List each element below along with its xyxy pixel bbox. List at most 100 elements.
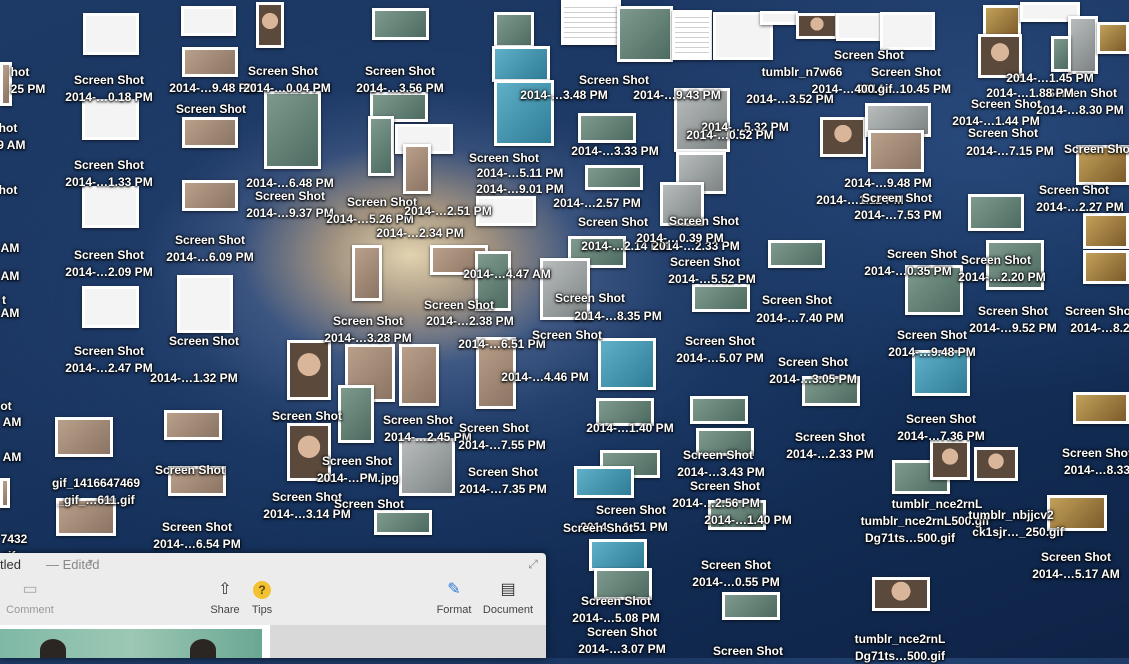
- document-canvas[interactable]: [0, 625, 546, 658]
- desktop-file-label[interactable]: 2014-…1.88 PM: [986, 85, 1073, 101]
- desktop-file-label[interactable]: Screen Shot: [961, 252, 1031, 268]
- desktop-file-label[interactable]: tumblr_n7w66: [762, 64, 843, 80]
- desktop-file-label[interactable]: Screen Shot: [670, 254, 740, 270]
- desktop-file-thumbnail[interactable]: [82, 99, 139, 140]
- desktop-file-label[interactable]: 2014-…0.52 PM: [686, 127, 773, 143]
- desktop-file-thumbnail[interactable]: [1083, 250, 1129, 284]
- desktop-file-label[interactable]: 2014-…2.33 PM: [786, 446, 873, 462]
- desktop-file-thumbnail[interactable]: [264, 91, 321, 169]
- desktop-file-thumbnail[interactable]: [256, 2, 284, 48]
- desktop-file-label[interactable]: Screen Shot: [1062, 445, 1129, 461]
- desktop-file-label[interactable]: Screen Shot: [683, 447, 753, 463]
- desktop-file-label[interactable]: hot: [0, 182, 17, 198]
- desktop-file-thumbnail[interactable]: [181, 6, 236, 36]
- desktop-file-thumbnail[interactable]: [403, 144, 431, 194]
- desktop-file-label[interactable]: 2014-…3.07 PM: [578, 641, 665, 657]
- desktop-file-label[interactable]: Screen Shot: [74, 72, 144, 88]
- desktop-file-label[interactable]: Screen Shot: [579, 72, 649, 88]
- desktop-file-label[interactable]: 2014-…5.52 PM: [668, 271, 755, 287]
- desktop-file-label[interactable]: 2014-…0.55 PM: [692, 574, 779, 590]
- desktop-file-label[interactable]: 2014-…3.05 PM: [769, 371, 856, 387]
- desktop-file-thumbnail[interactable]: [974, 447, 1018, 481]
- desktop-file-label[interactable]: Screen Shot: [795, 429, 865, 445]
- desktop-file-thumbnail[interactable]: [722, 592, 780, 620]
- desktop-file-label[interactable]: Screen Shot: [897, 327, 967, 343]
- desktop-file-label[interactable]: 2014-…5.17 AM: [1032, 566, 1120, 582]
- desktop-file-label[interactable]: _gif_…611.gif: [57, 492, 134, 508]
- desktop-file-label[interactable]: 2014-…4.46 PM: [501, 369, 588, 385]
- desktop-file-label[interactable]: 2014-…9.52 PM: [969, 320, 1056, 336]
- desktop-file-label[interactable]: Screen Shot: [169, 333, 239, 349]
- desktop-file-thumbnail[interactable]: [368, 116, 394, 176]
- desktop-file-label[interactable]: 2014-…1.33 PM: [65, 174, 152, 190]
- desktop-file-thumbnail[interactable]: [338, 385, 374, 443]
- desktop-file-label[interactable]: Screen Shot: [701, 557, 771, 573]
- desktop-file-label[interactable]: Screen Shot: [162, 519, 232, 535]
- desktop-file-thumbnail[interactable]: [768, 240, 825, 268]
- desktop-file-label[interactable]: Screen Shot: [1041, 549, 1111, 565]
- desktop-file-label[interactable]: 2014-…1.45 PM: [1006, 70, 1093, 86]
- desktop-file-label[interactable]: 2014-…1.40 PM: [586, 420, 673, 436]
- desktop-file-thumbnail[interactable]: [494, 12, 534, 48]
- desktop-file-label[interactable]: Screen Shot: [1039, 182, 1109, 198]
- desktop-file-label[interactable]: Screen Shot: [1064, 141, 1129, 157]
- desktop-file-thumbnail[interactable]: [0, 478, 10, 508]
- desktop-file-label[interactable]: Screen Shot: [272, 489, 342, 505]
- desktop-file-thumbnail[interactable]: [968, 194, 1024, 231]
- pages-document-window[interactable]: tled — Edited ▾ ⤢ ▭ Comment ⇧ Share ? Ti…: [0, 553, 546, 658]
- desktop-file-thumbnail[interactable]: [880, 12, 935, 50]
- desktop-file-thumbnail[interactable]: [83, 13, 139, 55]
- desktop-file-label[interactable]: Screen Shot: [468, 464, 538, 480]
- desktop-file-thumbnail[interactable]: [399, 438, 455, 496]
- desktop-file-label[interactable]: 2014-…0.04 PM: [243, 80, 330, 96]
- desktop-file-thumbnail[interactable]: [164, 410, 222, 440]
- desktop-file-label[interactable]: Screen Shot: [469, 150, 539, 166]
- desktop-file-label[interactable]: 2014-…2.20 PM: [958, 269, 1045, 285]
- desktop-file-label[interactable]: 2014-…1.32 PM: [150, 370, 237, 386]
- desktop-file-label[interactable]: Screen Shot: [383, 412, 453, 428]
- desktop-file-label[interactable]: Screen Shot: [596, 502, 666, 518]
- desktop-file-label[interactable]: Screen Shot: [322, 453, 392, 469]
- desktop-file-label[interactable]: t: [2, 292, 6, 308]
- desktop-file-label[interactable]: hot: [0, 120, 17, 136]
- desktop-file-label[interactable]: 2014-…2.34 PM: [376, 225, 463, 241]
- desktop-file-label[interactable]: Screen Shot: [532, 327, 602, 343]
- desktop-file-label[interactable]: Screen Shot: [555, 290, 625, 306]
- chevron-down-icon[interactable]: ▾: [88, 557, 93, 568]
- desktop-file-thumbnail[interactable]: [1051, 36, 1071, 72]
- desktop-file-label[interactable]: 2014-…2.27 PM: [1036, 199, 1123, 215]
- desktop-file-label[interactable]: 2014-…7.15 PM: [966, 143, 1053, 159]
- desktop-file-label[interactable]: 39 AM: [0, 137, 25, 153]
- desktop-file-label[interactable]: 2014-…8.30 PM: [1036, 102, 1123, 118]
- desktop-file-label[interactable]: Screen Shot: [459, 420, 529, 436]
- desktop-file-label[interactable]: Screen Shot: [685, 333, 755, 349]
- desktop-file-label[interactable]: gif_1416647469: [52, 475, 140, 491]
- desktop-file-thumbnail[interactable]: [760, 11, 798, 25]
- desktop-file-label[interactable]: 2014-…0.35 PM: [864, 263, 951, 279]
- desktop-file-label[interactable]: 2014-…7.35 PM: [459, 481, 546, 497]
- desktop-file-label[interactable]: 2014-…7.40 PM: [756, 310, 843, 326]
- format-button[interactable]: ✎ Format: [434, 579, 474, 616]
- desktop-file-thumbnail[interactable]: [182, 47, 238, 77]
- desktop-file-label[interactable]: tumblr_nbjjcv2: [968, 507, 1053, 523]
- desktop-file-label[interactable]: 2014-…2.51 PM: [404, 203, 491, 219]
- desktop-file-label[interactable]: 2014-…9.43 PM: [633, 87, 720, 103]
- desktop-file-label[interactable]: Screen Shot: [74, 343, 144, 359]
- desktop-file-label[interactable]: 2014-…9.37 PM: [246, 205, 333, 221]
- desktop-file-label[interactable]: Screen Shot: [578, 214, 648, 230]
- desktop-file-thumbnail[interactable]: [55, 417, 113, 457]
- desktop-file-thumbnail[interactable]: [930, 440, 970, 480]
- desktop-file-label[interactable]: Dg71ts…500.gif: [865, 530, 955, 546]
- desktop-file-thumbnail[interactable]: [1068, 16, 1098, 74]
- desktop-file-thumbnail[interactable]: [692, 284, 750, 312]
- desktop-file-label[interactable]: 2014-…2.57 PM: [553, 195, 640, 211]
- desktop-file-thumbnail[interactable]: [492, 46, 550, 82]
- desktop-file-thumbnail[interactable]: [868, 130, 924, 172]
- desktop-file-label[interactable]: Screen Shot: [272, 408, 342, 424]
- desktop-file-label[interactable]: Screen Shot: [155, 462, 225, 478]
- desktop-file-thumbnail[interactable]: [372, 8, 429, 40]
- desktop-file-label[interactable]: 2014-…4.47 AM: [463, 266, 551, 282]
- share-button[interactable]: ⇧ Share: [207, 579, 243, 616]
- desktop-file-thumbnail[interactable]: [374, 510, 432, 535]
- desktop-file-label[interactable]: Screen Shot: [365, 63, 435, 79]
